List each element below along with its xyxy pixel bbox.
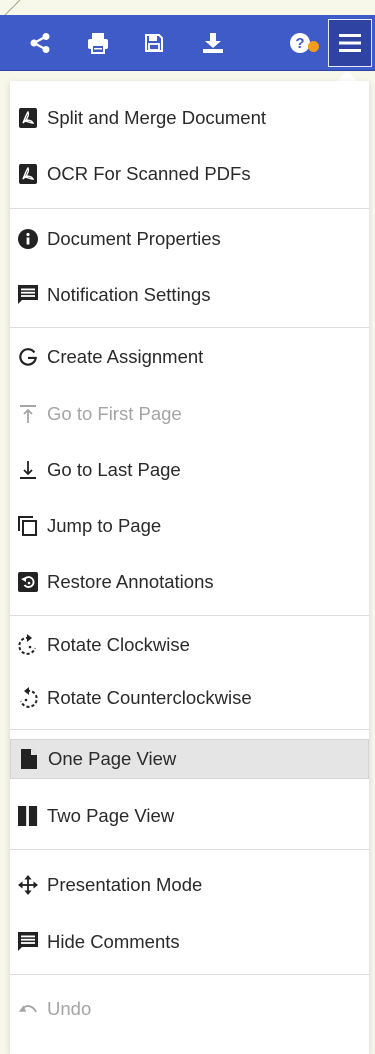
single-page-icon bbox=[19, 748, 39, 770]
menu-item-notification-settings[interactable]: Notification Settings bbox=[10, 275, 369, 315]
menu-item-restore-annotations[interactable]: Restore Annotations bbox=[10, 562, 369, 602]
menu-item-label: Split and Merge Document bbox=[47, 107, 267, 128]
menu-item-label: Create Assignment bbox=[47, 346, 204, 367]
menu-separator bbox=[10, 615, 369, 616]
print-icon bbox=[88, 32, 108, 54]
menu-separator bbox=[10, 729, 369, 730]
first-page-icon bbox=[18, 403, 38, 425]
menu-item-label: Two Page View bbox=[47, 805, 175, 826]
download-button[interactable] bbox=[193, 15, 233, 70]
notification-dot bbox=[308, 41, 319, 52]
menu-item-label: Rotate Counterclockwise bbox=[47, 687, 252, 708]
undo-icon bbox=[18, 998, 38, 1020]
menu-item-label: Rotate Clockwise bbox=[47, 634, 190, 655]
pdf-file-icon bbox=[18, 163, 38, 185]
menu-item-rotate-clockwise[interactable]: Rotate Clockwise bbox=[10, 625, 369, 665]
google-g-icon bbox=[18, 346, 38, 368]
menu-item-ocr[interactable]: OCR For Scanned PDFs bbox=[10, 154, 369, 194]
menu-item-label: Document Properties bbox=[47, 228, 221, 249]
menu-item-label: Notification Settings bbox=[47, 284, 211, 305]
menu-item-create-assignment[interactable]: Create Assignment bbox=[10, 337, 369, 377]
svg-text:?: ? bbox=[295, 35, 304, 52]
menu-item-go-last-page[interactable]: Go to Last Page bbox=[10, 450, 369, 490]
help-icon: ? bbox=[290, 32, 310, 53]
message-icon bbox=[18, 931, 38, 953]
info-icon bbox=[18, 228, 38, 250]
menu-item-document-properties[interactable]: Document Properties bbox=[10, 219, 369, 259]
menu-item-label: Jump to Page bbox=[47, 515, 162, 536]
menu-button[interactable] bbox=[328, 19, 372, 67]
menu-item-label: Go to Last Page bbox=[47, 459, 181, 480]
move-arrows-icon bbox=[18, 874, 38, 896]
menu-separator bbox=[10, 849, 369, 850]
menu-item-label: Hide Comments bbox=[47, 931, 180, 952]
toolbar: ? bbox=[0, 15, 375, 71]
last-page-icon bbox=[18, 459, 38, 481]
menu-item-label: Presentation Mode bbox=[47, 874, 203, 895]
menu-item-label: OCR For Scanned PDFs bbox=[47, 163, 251, 184]
pdf-file-icon bbox=[18, 107, 38, 129]
jump-pages-icon bbox=[18, 515, 38, 537]
rotate-cw-icon bbox=[18, 634, 38, 656]
save-button[interactable] bbox=[134, 15, 174, 70]
menu-item-rotate-counterclockwise[interactable]: Rotate Counterclockwise bbox=[10, 678, 369, 718]
menu-item-jump-to-page[interactable]: Jump to Page bbox=[10, 506, 369, 546]
save-icon bbox=[145, 33, 163, 52]
menu-item-label: One Page View bbox=[48, 748, 177, 769]
menu-separator bbox=[10, 974, 369, 975]
share-icon bbox=[30, 32, 50, 53]
hamburger-icon bbox=[339, 34, 361, 52]
menu-item-label: Go to First Page bbox=[47, 403, 182, 424]
menu-item-one-page-view[interactable]: One Page View bbox=[10, 739, 369, 779]
menu-item-hide-comments[interactable]: Hide Comments bbox=[10, 922, 369, 962]
menu-item-split-merge[interactable]: Split and Merge Document bbox=[10, 98, 369, 138]
menu-separator bbox=[10, 208, 369, 209]
menu-item-label: Restore Annotations bbox=[47, 571, 214, 592]
menu-item-presentation-mode[interactable]: Presentation Mode bbox=[10, 865, 369, 905]
menu-item-two-page-view[interactable]: Two Page View bbox=[10, 796, 369, 836]
rotate-ccw-icon bbox=[18, 687, 38, 709]
overflow-menu: Split and Merge Document OCR For Scanned… bbox=[10, 81, 369, 1054]
menu-item-go-first-page[interactable]: Go to First Page bbox=[10, 394, 369, 434]
menu-separator bbox=[10, 327, 369, 328]
menu-caret bbox=[337, 71, 357, 81]
menu-item-undo[interactable]: Undo bbox=[10, 989, 369, 1029]
print-button[interactable] bbox=[78, 15, 118, 70]
message-icon bbox=[18, 284, 38, 306]
share-button[interactable] bbox=[20, 15, 60, 70]
two-page-icon bbox=[18, 805, 38, 827]
menu-item-label: Undo bbox=[47, 998, 92, 1019]
restore-icon bbox=[18, 571, 38, 593]
download-icon bbox=[203, 32, 223, 53]
